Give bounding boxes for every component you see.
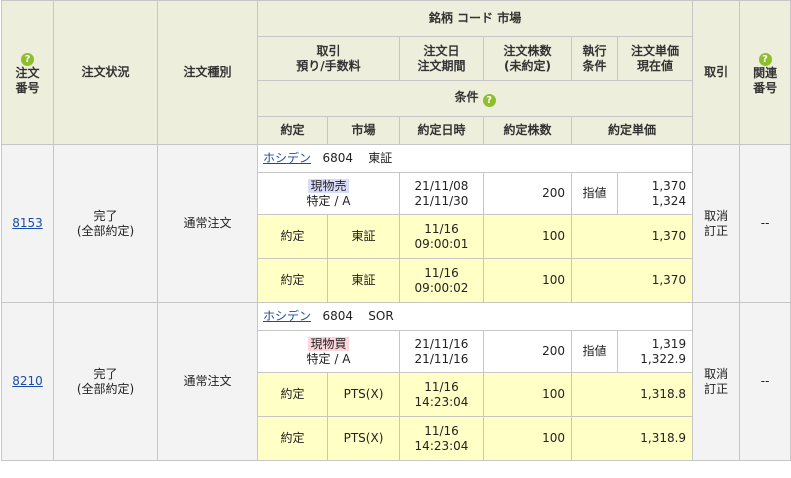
trade-type-badge: 現物買 [308,336,349,351]
header-exec: 約定 [257,116,328,145]
order-history-table: ? 注文番号 注文状況 注文種別 銘柄 コード 市場 取引 ? 関連 番号 取引… [1,0,791,461]
action-cell: 取消 訂正 [692,144,741,303]
cancel-link[interactable]: 取消 [704,367,728,381]
modify-link[interactable]: 訂正 [704,224,728,238]
modify-link[interactable]: 訂正 [704,382,728,396]
trade-cell: 現物買 特定 / A [257,330,400,373]
order-no-cell: 8210 [1,302,54,461]
header-status: 注文状況 [53,0,158,145]
symbol-code: 6804 [322,309,354,323]
action-cell: 取消 訂正 [692,302,741,461]
price-cell: 1,319 1,322.9 [616,330,694,373]
order-no-cell: 8153 [1,144,54,303]
symbol-row: ホシデン 6804 SOR [256,302,694,331]
symbol-market: SOR [368,309,394,323]
header-trade-fee: 取引 預り/手数料 [257,36,400,81]
trade-type-badge: 現物売 [308,178,349,193]
symbol-link[interactable]: ホシデン [263,151,311,165]
symbol-row: ホシデン 6804 東証 [256,144,694,173]
related-cell: -- [739,302,791,461]
order-type-cell: 通常注文 [157,302,258,461]
order-type-cell: 通常注文 [157,144,258,303]
header-symbol-market: 銘柄 コード 市場 [256,0,694,37]
status-cell: 完了 (全部約定) [53,302,158,461]
order-no-link[interactable]: 8153 [12,216,43,230]
order-date-cell: 21/11/08 21/11/30 [399,172,484,215]
header-action: 取引 [692,0,741,145]
header-exec-cond: 執行 条件 [571,36,618,81]
order-qty-cell: 200 [483,330,572,373]
cancel-link[interactable]: 取消 [704,209,728,223]
order-date-cell: 21/11/16 21/11/16 [399,330,484,373]
exec-cond-cell: 指値 [571,172,618,215]
symbol-code: 6804 [322,151,354,165]
header-exec-qty: 約定株数 [483,116,572,145]
order-qty-cell: 200 [483,172,572,215]
header-order-date-period: 注文日 注文期間 [399,36,484,81]
header-condition: 条件 ? [256,80,694,117]
header-order-type: 注文種別 [157,0,258,145]
help-icon[interactable]: ? [21,53,34,66]
price-cell: 1,370 1,324 [616,172,694,215]
symbol-market: 東証 [368,151,393,165]
symbol-link[interactable]: ホシデン [263,309,311,323]
header-order-qty: 注文株数 (未約定) [483,36,572,81]
header-market: 市場 [327,116,400,145]
help-icon[interactable]: ? [758,53,772,66]
related-cell: -- [739,144,791,303]
help-icon[interactable]: ? [482,94,496,107]
status-cell: 完了 (全部約定) [53,144,158,303]
header-exec-datetime: 約定日時 [399,116,484,145]
header-price-current: 注文単価 現在値 [616,36,694,81]
header-order-no: ? 注文番号 [1,0,54,145]
order-no-link[interactable]: 8210 [12,374,43,388]
trade-cell: 現物売 特定 / A [257,172,400,215]
header-related-no: ? 関連 番号 [739,0,791,145]
header-exec-price: 約定単価 [570,116,694,145]
exec-cond-cell: 指値 [571,330,618,373]
